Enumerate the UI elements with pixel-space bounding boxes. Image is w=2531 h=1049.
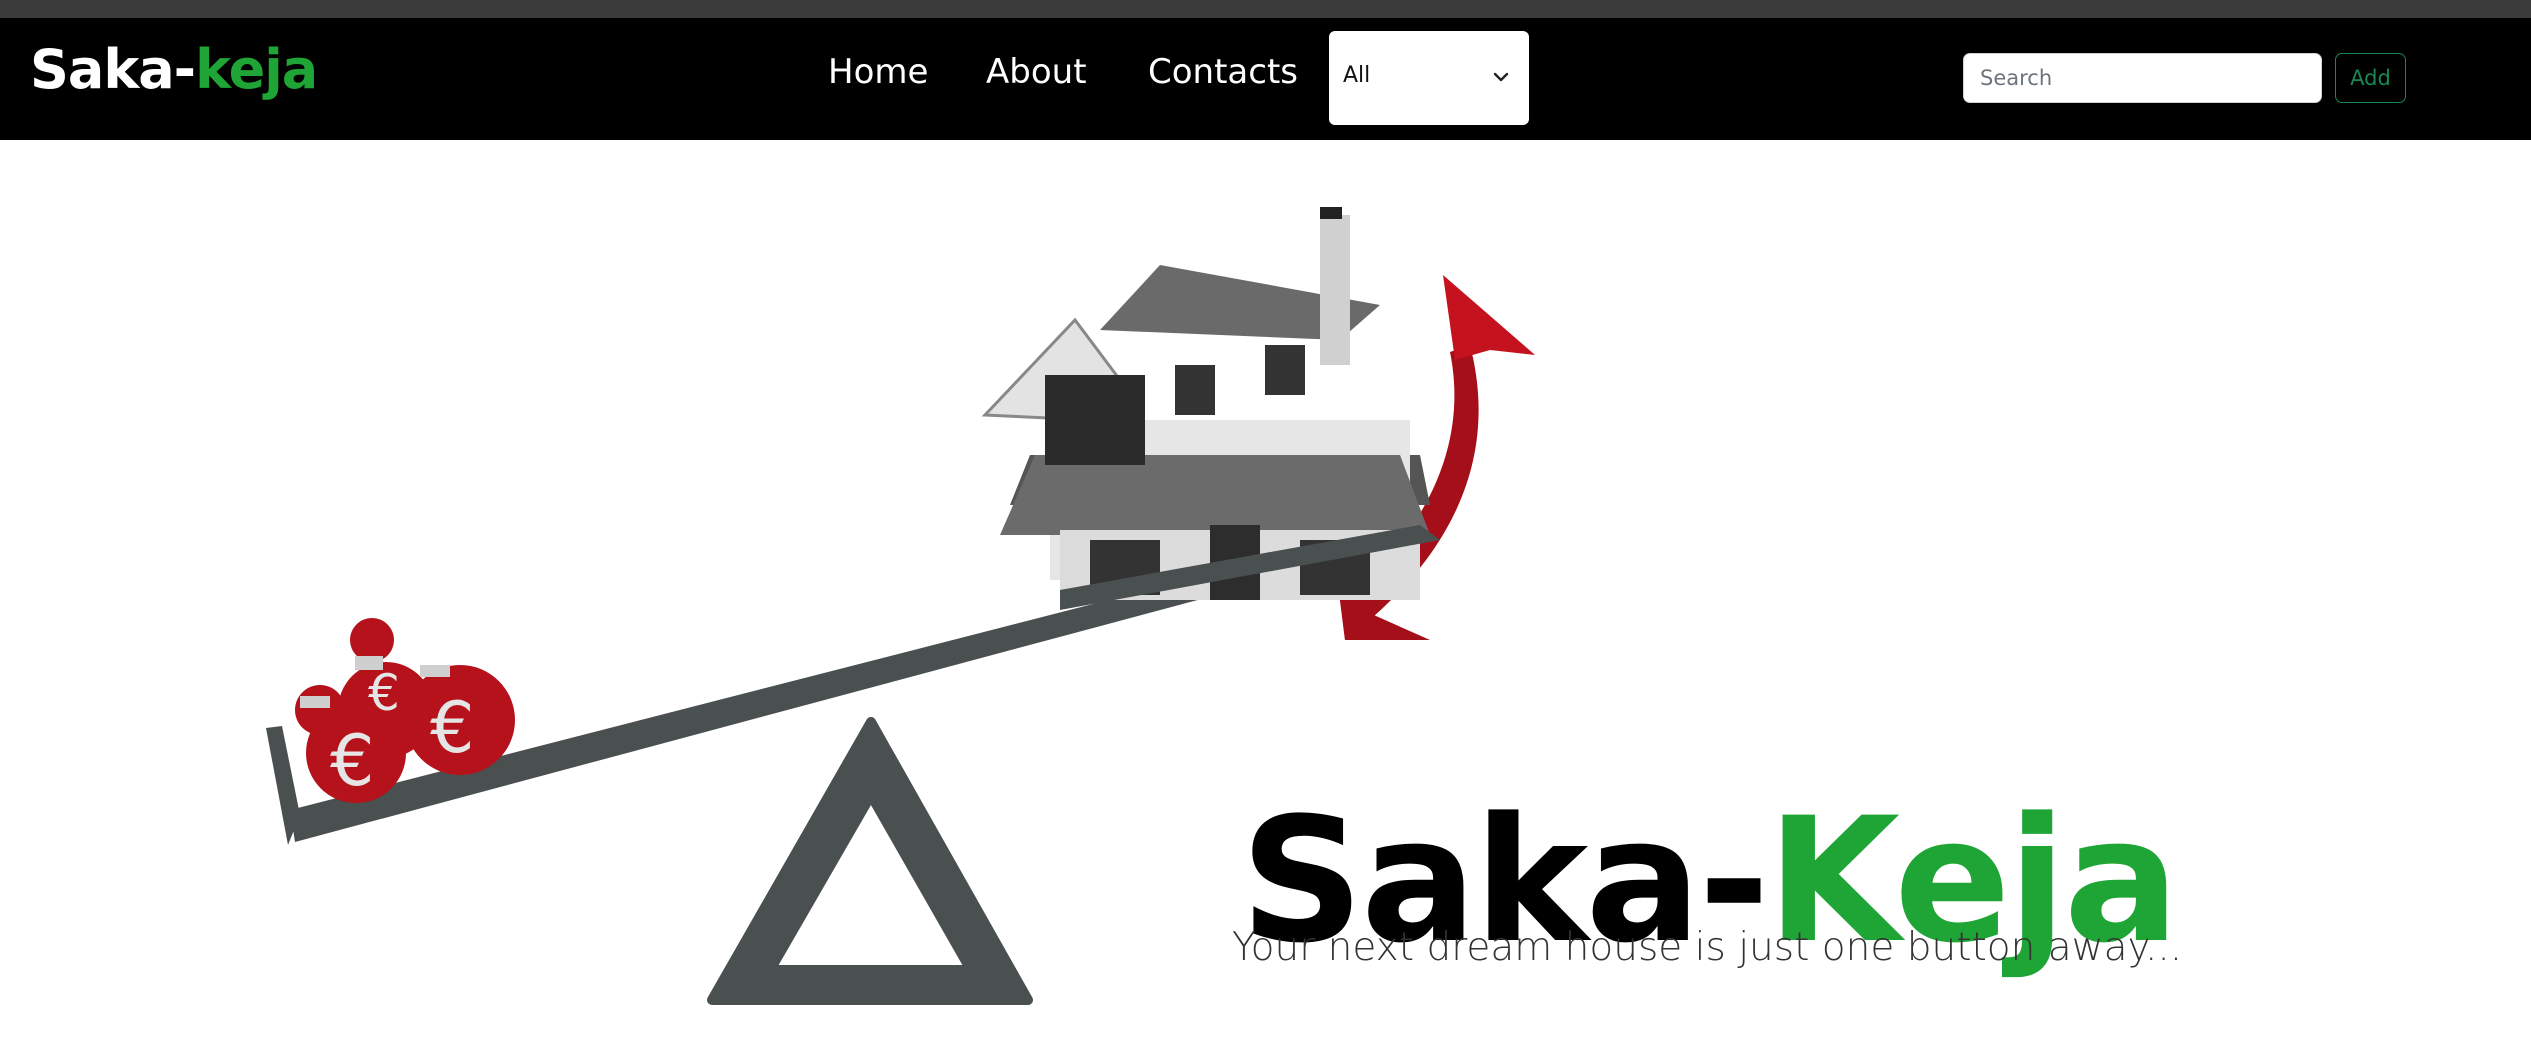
nav-contacts-link[interactable]: Contacts [1148,52,1298,92]
fulcrum-triangle [707,717,1033,1005]
nav-about-link[interactable]: About [986,52,1087,92]
chevron-down-icon [1493,72,1509,82]
browser-top-strip [0,0,2531,18]
svg-text:€: € [368,664,400,722]
house-icon [981,207,1440,610]
search-input[interactable] [1963,53,2322,103]
nav-home-link[interactable]: Home [828,52,928,92]
brand-prefix: Saka- [30,38,196,101]
brand-logo[interactable]: Saka-keja [30,38,318,101]
category-select-value: All [1343,63,1371,88]
brand-accent: keja [195,38,318,101]
add-button[interactable]: Add [2335,53,2406,103]
svg-text:€: € [330,720,375,802]
hero-tagline: Your next dream house is just one button… [1232,925,2183,970]
svg-text:€: € [430,687,475,769]
navbar: Saka-keja Home About Contacts All Add [0,18,2531,140]
category-select[interactable]: All [1329,31,1529,125]
